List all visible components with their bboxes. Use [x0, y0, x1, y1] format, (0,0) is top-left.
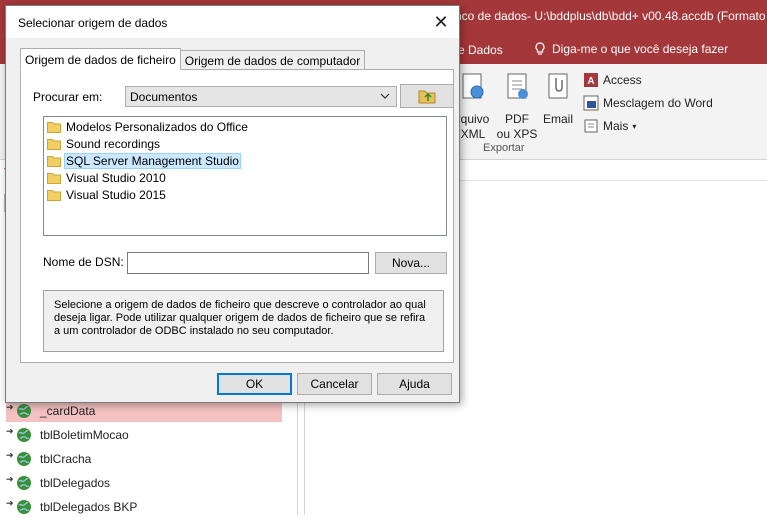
export-xml-label: XML — [460, 127, 486, 141]
up-one-level-button[interactable] — [400, 84, 454, 108]
export-pdf-label: PDF — [505, 112, 529, 126]
more-icon — [584, 119, 598, 133]
linked-table-globe-icon — [17, 404, 31, 418]
word-merge-button[interactable]: Mesclagem do Word — [583, 95, 713, 111]
lightbulb-icon — [535, 42, 545, 55]
nav-item-label: tblDelegados BKP — [40, 500, 138, 514]
file-list-item[interactable]: SQL Server Management Studio — [47, 153, 241, 169]
file-name: Visual Studio 2015 — [66, 188, 166, 202]
dialog-title: Selecionar origem de dados — [18, 16, 168, 30]
look-in-value: Documentos — [130, 90, 198, 104]
folder-icon — [47, 139, 61, 150]
linked-table-globe-icon — [17, 452, 31, 466]
app-title: nco de dados- U:\bddplus\db\bdd+ v00.48.… — [455, 9, 766, 23]
file-list-item[interactable]: Visual Studio 2010 — [47, 170, 167, 186]
nav-item-label: tblDelegados — [40, 476, 111, 490]
dropdown-arrow-icon: ▾ — [632, 121, 637, 131]
word-merge-label: Mesclagem do Word — [603, 96, 713, 110]
tell-me-label: Diga-me o que você deseja fazer — [552, 42, 729, 56]
export-access-button[interactable]: A Access — [583, 72, 642, 88]
close-icon[interactable]: ✕ — [431, 12, 451, 32]
chevron-down-icon — [380, 93, 390, 99]
file-list-item[interactable]: Modelos Personalizados do Office — [47, 119, 249, 135]
nav-table-item[interactable]: ➔ _cardData — [6, 400, 282, 422]
linked-table-globe-icon — [17, 476, 31, 490]
file-list-item[interactable]: Sound recordings — [47, 136, 161, 152]
access-label: Access — [603, 73, 642, 87]
nav-item-label: _cardData — [40, 404, 96, 418]
file-name: Modelos Personalizados do Office — [66, 120, 248, 134]
help-button[interactable]: Ajuda — [377, 373, 452, 395]
folder-icon — [47, 190, 61, 201]
dsn-name-label: Nome de DSN: — [43, 255, 124, 269]
ok-button[interactable]: OK — [217, 373, 292, 395]
tab-machine-data-source[interactable]: Origem de dados de computador — [179, 50, 366, 70]
look-in-label: Procurar em: — [33, 90, 103, 104]
nav-table-item[interactable]: ➔ tblDelegados — [6, 472, 282, 494]
linked-arrow-icon: ➔ — [6, 473, 14, 484]
xml-file-icon — [462, 73, 484, 99]
file-name: SQL Server Management Studio — [64, 153, 241, 169]
linked-arrow-icon: ➔ — [6, 449, 14, 460]
linked-arrow-icon: ➔ — [6, 401, 14, 412]
export-pdf-button[interactable]: PDF ou XPS — [496, 72, 538, 142]
dialog-title-bar: Selecionar origem de dados ✕ — [6, 6, 459, 38]
file-list-item[interactable]: Visual Studio 2015 — [47, 187, 167, 203]
access-icon: A — [584, 73, 598, 87]
tab-file-data-source[interactable]: Origem de dados de ficheiro — [20, 48, 181, 70]
new-button[interactable]: Nova... — [375, 252, 447, 274]
linked-arrow-icon: ➔ — [6, 497, 14, 508]
linked-arrow-icon: ➔ — [6, 425, 14, 436]
svg-text:A: A — [587, 76, 594, 87]
pdf-file-icon — [507, 73, 528, 99]
linked-table-globe-icon — [17, 500, 31, 514]
tab-panel: Procurar em: Documentos Modelos Personal… — [20, 69, 454, 363]
word-merge-icon — [583, 95, 599, 111]
email-attachment-icon — [548, 73, 568, 99]
look-in-dropdown[interactable]: Documentos — [125, 86, 397, 107]
file-list[interactable]: Modelos Personalizados do Office Sound re… — [43, 116, 447, 236]
file-name: Visual Studio 2010 — [66, 171, 166, 185]
select-data-source-dialog: Selecionar origem de dados ✕ Origem de d… — [5, 5, 460, 403]
export-group-label: Exportar — [483, 142, 525, 154]
folder-icon — [47, 156, 61, 167]
more-export-button[interactable]: Mais ▾ — [583, 118, 636, 134]
nav-table-item[interactable]: ➔ tblCracha — [6, 448, 282, 470]
more-label: Mais — [603, 119, 629, 133]
linked-table-globe-icon — [17, 428, 31, 442]
nav-table-item[interactable]: ➔ tblBoletimMocao — [6, 424, 282, 446]
nav-item-label: tblBoletimMocao — [40, 428, 129, 442]
description-text: Selecione a origem de dados de ficheiro … — [43, 290, 444, 352]
email-button[interactable]: Email — [541, 72, 575, 127]
folder-icon — [47, 173, 61, 184]
export-text-label: rquivo — [456, 112, 490, 126]
nav-item-label: tblCracha — [40, 452, 92, 466]
dialog-tabs: Origem de dados de ficheiro Origem de da… — [20, 48, 366, 70]
folder-icon — [47, 122, 61, 133]
folder-up-icon — [418, 90, 436, 104]
tell-me-box[interactable]: Diga-me o que você deseja fazer — [534, 42, 728, 56]
file-name: Sound recordings — [66, 137, 161, 151]
cancel-button[interactable]: Cancelar — [297, 373, 372, 395]
email-label: Email — [542, 112, 573, 126]
ribbon-tab-external-data[interactable]: e Dados — [458, 43, 503, 57]
export-text-xml-button[interactable]: rquivo XML — [456, 72, 490, 142]
export-xps-label: ou XPS — [496, 127, 538, 141]
dsn-name-input[interactable] — [127, 252, 369, 274]
